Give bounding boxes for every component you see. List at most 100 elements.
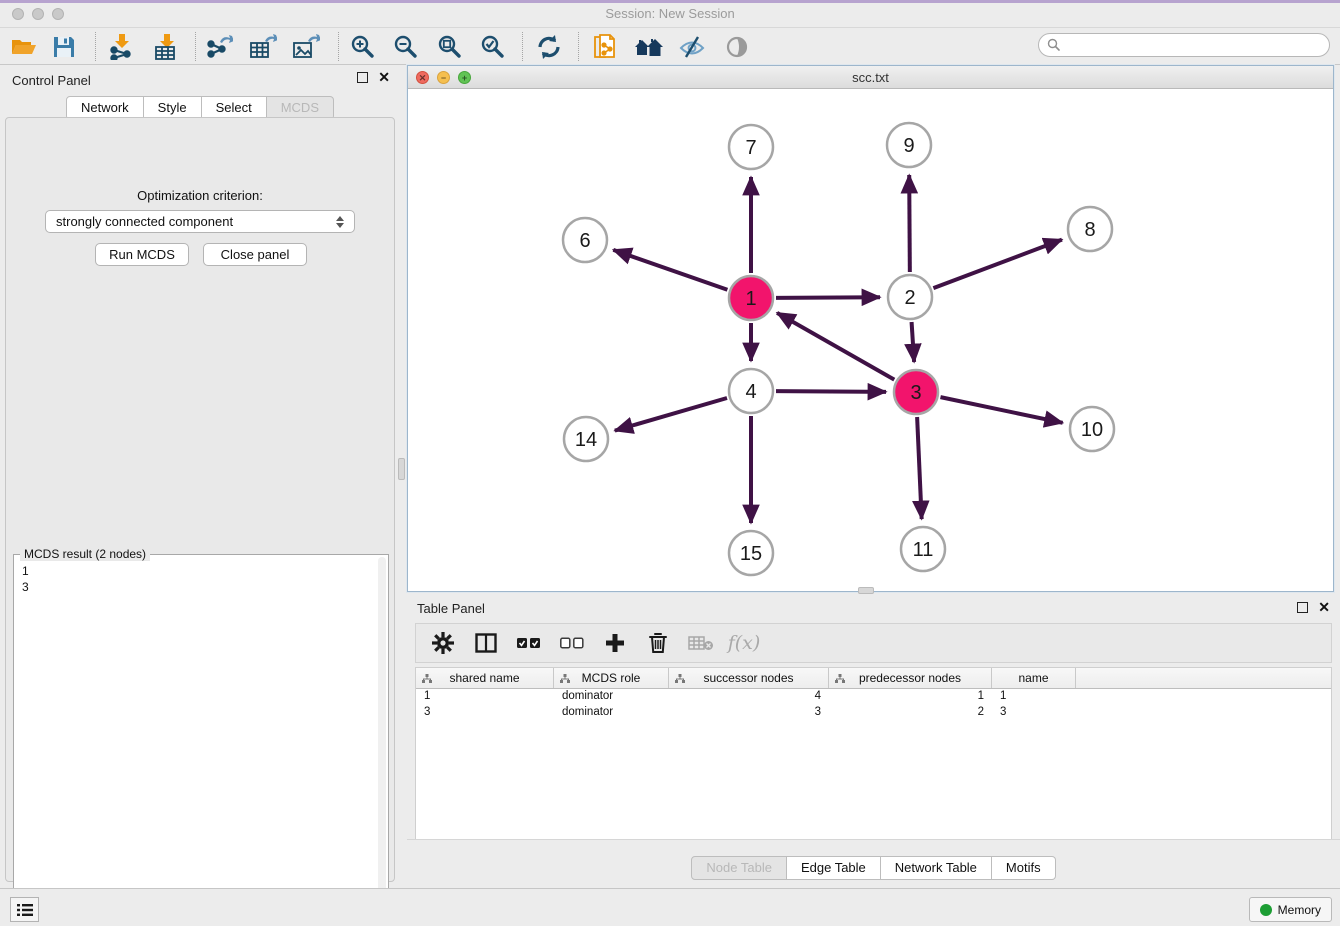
control-panel-title: Control Panel: [12, 73, 91, 88]
edge-3-11[interactable]: [917, 417, 922, 519]
cell-predecessor-nodes[interactable]: 2: [829, 705, 992, 721]
graph-node-9[interactable]: 9: [887, 123, 931, 167]
table-tab-node-table[interactable]: Node Table: [691, 856, 787, 880]
graph-node-6[interactable]: 6: [563, 218, 607, 262]
graph-node-3[interactable]: 3: [894, 370, 938, 414]
save-session-icon[interactable]: [46, 31, 82, 63]
cell-name[interactable]: 3: [992, 705, 1076, 721]
node-label: 6: [579, 230, 590, 252]
edge-4-14[interactable]: [615, 398, 727, 431]
graph-node-4[interactable]: 4: [729, 369, 773, 413]
node-table[interactable]: shared nameMCDS rolesuccessor nodesprede…: [415, 667, 1332, 839]
home-icon[interactable]: [631, 31, 667, 63]
edge-2-9[interactable]: [909, 175, 910, 272]
column-header-name[interactable]: name: [992, 668, 1076, 688]
edge-1-6[interactable]: [613, 250, 727, 290]
graph-node-15[interactable]: 15: [729, 531, 773, 575]
network-window-titlebar[interactable]: ✕ − + scc.txt: [408, 66, 1333, 89]
table-toolbar: f(x): [415, 623, 1332, 663]
zoom-out-icon[interactable]: [388, 31, 424, 63]
edge-1-2[interactable]: [776, 297, 880, 298]
hide-panel-eye-icon[interactable]: [674, 31, 710, 63]
cell-shared-name[interactable]: 1: [416, 689, 554, 705]
float-panel-icon[interactable]: [357, 72, 368, 83]
graph-node-10[interactable]: 10: [1070, 407, 1114, 451]
vertical-splitter-grip[interactable]: [398, 458, 405, 480]
refresh-icon[interactable]: [531, 31, 567, 63]
table-tab-motifs[interactable]: Motifs: [992, 856, 1056, 880]
table-row[interactable]: 1dominator411: [416, 689, 1331, 705]
column-header-MCDS-role[interactable]: MCDS role: [554, 668, 669, 688]
task-history-button[interactable]: [10, 897, 39, 922]
edge-2-3[interactable]: [912, 322, 915, 362]
import-network-icon[interactable]: [103, 31, 139, 63]
optimization-criterion-label: Optimization criterion:: [6, 188, 394, 203]
cell-predecessor-nodes[interactable]: 1: [829, 689, 992, 705]
table-settings-gear-icon[interactable]: [430, 630, 456, 656]
graph-node-11[interactable]: 11: [901, 527, 945, 571]
search-input[interactable]: [1061, 35, 1329, 55]
cell-successor-nodes[interactable]: 3: [669, 705, 829, 721]
toolbar-separator: [195, 32, 196, 61]
network-canvas[interactable]: 7 9 6 8 1 2 4 3 14 10 15 11: [408, 89, 1333, 591]
run-mcds-button[interactable]: Run MCDS: [95, 243, 189, 266]
node-label: 9: [903, 135, 914, 157]
table-panel-title: Table Panel: [417, 601, 485, 616]
cell-successor-nodes[interactable]: 4: [669, 689, 829, 705]
float-table-panel-icon[interactable]: [1297, 602, 1308, 613]
table-header-row: shared nameMCDS rolesuccessor nodesprede…: [416, 668, 1331, 689]
node-label: 2: [904, 287, 915, 309]
result-scrollbar[interactable]: [378, 557, 386, 920]
delete-table-icon[interactable]: [688, 630, 714, 656]
cell-shared-name[interactable]: 3: [416, 705, 554, 721]
graph-node-14[interactable]: 14: [564, 417, 608, 461]
cell-MCDS-role[interactable]: dominator: [554, 705, 669, 721]
table-row[interactable]: 3dominator323: [416, 705, 1331, 721]
show-panel-eye-icon[interactable]: [719, 31, 755, 63]
edge-4-3[interactable]: [776, 391, 886, 392]
edge-2-8[interactable]: [933, 240, 1062, 289]
deselect-all-rows-icon[interactable]: [559, 630, 585, 656]
network-view-window: ✕ − + scc.txt 7 9 6 8 1 2 4 3 14 10 15 11: [407, 65, 1334, 592]
graph-node-7[interactable]: 7: [729, 125, 773, 169]
screen-rim: [0, 0, 1340, 3]
show-columns-icon[interactable]: [473, 630, 499, 656]
edge-3-10[interactable]: [940, 397, 1062, 423]
import-table-icon[interactable]: [148, 31, 184, 63]
function-builder-icon[interactable]: f(x): [731, 630, 757, 656]
close-table-panel-icon[interactable]: ✕: [1318, 602, 1330, 613]
zoom-selected-icon[interactable]: [475, 31, 511, 63]
table-tab-network-table[interactable]: Network Table: [881, 856, 992, 880]
search-field[interactable]: [1038, 33, 1330, 57]
graph-node-8[interactable]: 8: [1068, 207, 1112, 251]
close-panel-icon[interactable]: ✕: [378, 72, 390, 83]
horizontal-splitter-grip[interactable]: [858, 587, 874, 594]
create-column-plus-icon[interactable]: [602, 630, 628, 656]
network-graph: 7 9 6 8 1 2 4 3 14 10 15 11: [408, 89, 1333, 591]
select-all-rows-icon[interactable]: [516, 630, 542, 656]
memory-button[interactable]: Memory: [1249, 897, 1332, 922]
close-panel-button[interactable]: Close panel: [203, 243, 307, 266]
column-header-shared-name[interactable]: shared name: [416, 668, 554, 688]
column-header-predecessor-nodes[interactable]: predecessor nodes: [829, 668, 992, 688]
column-header-successor-nodes[interactable]: successor nodes: [669, 668, 829, 688]
zoom-in-icon[interactable]: [345, 31, 381, 63]
edge-3-1[interactable]: [777, 313, 894, 380]
search-icon: [1047, 38, 1061, 52]
criterion-select[interactable]: strongly connected component: [45, 210, 355, 233]
graph-node-1[interactable]: 1: [729, 276, 773, 320]
duplicate-network-icon[interactable]: [587, 31, 623, 63]
graph-node-2[interactable]: 2: [888, 275, 932, 319]
export-image-icon[interactable]: [288, 31, 324, 63]
table-panel-footer: Node TableEdge TableNetwork TableMotifs: [407, 839, 1340, 888]
node-label: 10: [1081, 419, 1103, 441]
open-session-icon[interactable]: [5, 31, 41, 63]
delete-column-trash-icon[interactable]: [645, 630, 671, 656]
export-network-icon[interactable]: [201, 31, 237, 63]
zoom-fit-icon[interactable]: [432, 31, 468, 63]
network-window-title: scc.txt: [408, 70, 1333, 85]
cell-MCDS-role[interactable]: dominator: [554, 689, 669, 705]
export-table-icon[interactable]: [245, 31, 281, 63]
table-tab-edge-table[interactable]: Edge Table: [787, 856, 881, 880]
cell-name[interactable]: 1: [992, 689, 1076, 705]
